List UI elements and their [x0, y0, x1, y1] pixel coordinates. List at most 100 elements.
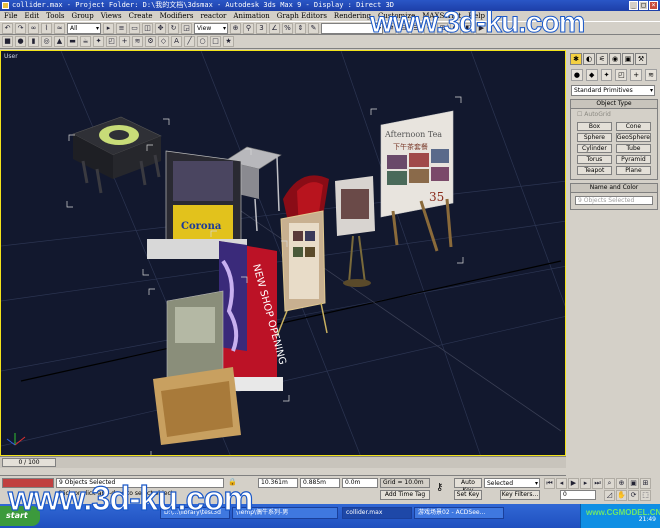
- task-3dsmax[interactable]: collider.max: [342, 507, 412, 519]
- hierarchy-tab-icon[interactable]: ⚟: [596, 53, 608, 65]
- set-key-button[interactable]: Set Key: [454, 490, 482, 500]
- tube-button[interactable]: Tube: [615, 144, 651, 153]
- cone-button[interactable]: Cone: [615, 122, 651, 131]
- orbit-icon[interactable]: ⟳: [628, 490, 639, 501]
- create-star-icon[interactable]: ★: [223, 36, 234, 47]
- select-by-name-icon[interactable]: ≡: [116, 22, 127, 34]
- table-model[interactable]: [72, 116, 162, 194]
- undo-icon[interactable]: ↶: [2, 22, 13, 34]
- time-slider[interactable]: 0 / 100: [2, 458, 56, 467]
- select-move-icon[interactable]: ✥: [155, 22, 166, 34]
- bind-space-warp-icon[interactable]: ≈: [54, 22, 65, 34]
- corona-sign-model[interactable]: Corona: [147, 150, 247, 259]
- create-plane-icon[interactable]: ▬: [67, 36, 78, 47]
- create-light-icon[interactable]: ✦: [93, 36, 104, 47]
- create-tab-icon[interactable]: ✱: [570, 53, 582, 65]
- snap-toggle-icon[interactable]: 3: [256, 22, 267, 34]
- create-helper-icon[interactable]: +: [119, 36, 130, 47]
- menu-easel-model[interactable]: [276, 210, 328, 337]
- create-torus-icon[interactable]: ◎: [41, 36, 52, 47]
- zoom-extents-icon[interactable]: ▣: [628, 478, 639, 489]
- unlink-icon[interactable]: ⌇: [41, 22, 52, 34]
- menu-rendering[interactable]: Rendering: [334, 11, 371, 21]
- motion-tab-icon[interactable]: ◉: [609, 53, 621, 65]
- previous-frame-icon[interactable]: ◂: [556, 478, 567, 489]
- go-to-start-icon[interactable]: ⏮: [544, 478, 555, 489]
- pivot-center-icon[interactable]: ⊕: [230, 22, 241, 34]
- create-rectangle-icon[interactable]: □: [210, 36, 221, 47]
- geometry-icon[interactable]: ●: [571, 69, 583, 81]
- sphere-button[interactable]: Sphere: [577, 133, 612, 142]
- create-camera-icon[interactable]: ◰: [106, 36, 117, 47]
- shapes-icon[interactable]: ◆: [585, 69, 598, 81]
- menu-tools[interactable]: Tools: [46, 11, 64, 21]
- add-time-tag-button[interactable]: Add Time Tag: [380, 490, 430, 500]
- teapot-button[interactable]: Teapot: [577, 166, 612, 175]
- create-circle-icon[interactable]: ○: [197, 36, 208, 47]
- display-tab-icon[interactable]: ▣: [622, 53, 634, 65]
- cameras-icon[interactable]: ◰: [615, 69, 628, 81]
- zoom-extents-all-icon[interactable]: ⊞: [640, 478, 651, 489]
- object-name-field[interactable]: 9 Objects Selected: [575, 196, 653, 205]
- menu-create[interactable]: Create: [129, 11, 153, 21]
- selection-filter-dropdown[interactable]: All: [67, 22, 101, 34]
- menu-group[interactable]: Group: [72, 11, 94, 21]
- autogrid-checkbox[interactable]: ☐ AutoGrid: [571, 109, 657, 120]
- create-teapot-icon[interactable]: ☕: [80, 36, 91, 47]
- current-frame-field[interactable]: 0: [560, 490, 596, 500]
- reference-coordinate-dropdown[interactable]: View: [194, 22, 228, 34]
- geosphere-button[interactable]: GeoSphere: [615, 133, 651, 142]
- create-text-icon[interactable]: A: [171, 36, 182, 47]
- window-crossing-icon[interactable]: ◫: [142, 22, 153, 34]
- primitive-category-dropdown[interactable]: Standard Primitives: [571, 85, 655, 96]
- pan-icon[interactable]: ✋: [616, 490, 627, 501]
- create-spacewarp-icon[interactable]: ≋: [132, 36, 143, 47]
- utilities-tab-icon[interactable]: ⚒: [635, 53, 647, 65]
- task-acdsee[interactable]: 游戏场景02 - ACDSee...: [414, 507, 504, 519]
- select-rotate-icon[interactable]: ↻: [168, 22, 179, 34]
- minimize-button[interactable]: _: [629, 1, 638, 10]
- select-manipulate-icon[interactable]: ⚲: [243, 22, 254, 34]
- select-object-icon[interactable]: ▸: [103, 22, 114, 34]
- name-color-header[interactable]: Name and Color: [571, 184, 657, 193]
- create-sphere-icon[interactable]: ●: [15, 36, 26, 47]
- torus-button[interactable]: Torus: [577, 155, 612, 164]
- go-to-end-icon[interactable]: ⏭: [592, 478, 603, 489]
- menu-file[interactable]: File: [4, 11, 17, 21]
- rectangular-selection-icon[interactable]: ▭: [129, 22, 140, 34]
- auto-key-button[interactable]: Auto Key: [454, 478, 482, 494]
- play-icon[interactable]: ▶: [568, 478, 579, 489]
- create-system-icon[interactable]: ⚙: [145, 36, 156, 47]
- pyramid-button[interactable]: Pyramid: [615, 155, 651, 164]
- viewport-user[interactable]: User Corona Afternoon Tea 下午茶套餐 35 NEW S…: [0, 50, 566, 456]
- key-icon[interactable]: ⚷: [436, 482, 443, 493]
- menu-animation[interactable]: Animation: [233, 11, 269, 21]
- zoom-icon[interactable]: ⌕: [604, 478, 615, 489]
- field-of-view-icon[interactable]: ◿: [604, 490, 615, 501]
- create-cone-icon[interactable]: ▲: [54, 36, 65, 47]
- track-bar[interactable]: [0, 468, 566, 476]
- menu-edit[interactable]: Edit: [24, 11, 39, 21]
- create-box-icon[interactable]: ■: [2, 36, 13, 47]
- create-line-icon[interactable]: ╱: [184, 36, 195, 47]
- zoom-all-icon[interactable]: ⊕: [616, 478, 627, 489]
- menu-views[interactable]: Views: [101, 11, 122, 21]
- x-coordinate-field[interactable]: 10.361m: [258, 478, 298, 488]
- link-icon[interactable]: ∞: [28, 22, 39, 34]
- y-coordinate-field[interactable]: 0.885m: [300, 478, 340, 488]
- next-frame-icon[interactable]: ▸: [580, 478, 591, 489]
- helpers-icon[interactable]: +: [630, 69, 643, 81]
- photo-board-model[interactable]: [335, 176, 375, 287]
- create-cylinder-icon[interactable]: ▮: [28, 36, 39, 47]
- key-mode-dropdown[interactable]: Selected: [484, 478, 540, 488]
- select-scale-icon[interactable]: ◲: [181, 22, 192, 34]
- key-filters-button[interactable]: Key Filters...: [500, 490, 540, 500]
- menu-graph-editors[interactable]: Graph Editors: [277, 11, 327, 21]
- close-button[interactable]: ×: [649, 1, 658, 10]
- create-shape-icon[interactable]: ◇: [158, 36, 169, 47]
- modify-tab-icon[interactable]: ◐: [583, 53, 595, 65]
- maximize-button[interactable]: □: [639, 1, 648, 10]
- lights-icon[interactable]: ✦: [600, 69, 613, 81]
- spinner-snap-icon[interactable]: ⇕: [295, 22, 306, 34]
- menu-modifiers[interactable]: Modifiers: [160, 11, 194, 21]
